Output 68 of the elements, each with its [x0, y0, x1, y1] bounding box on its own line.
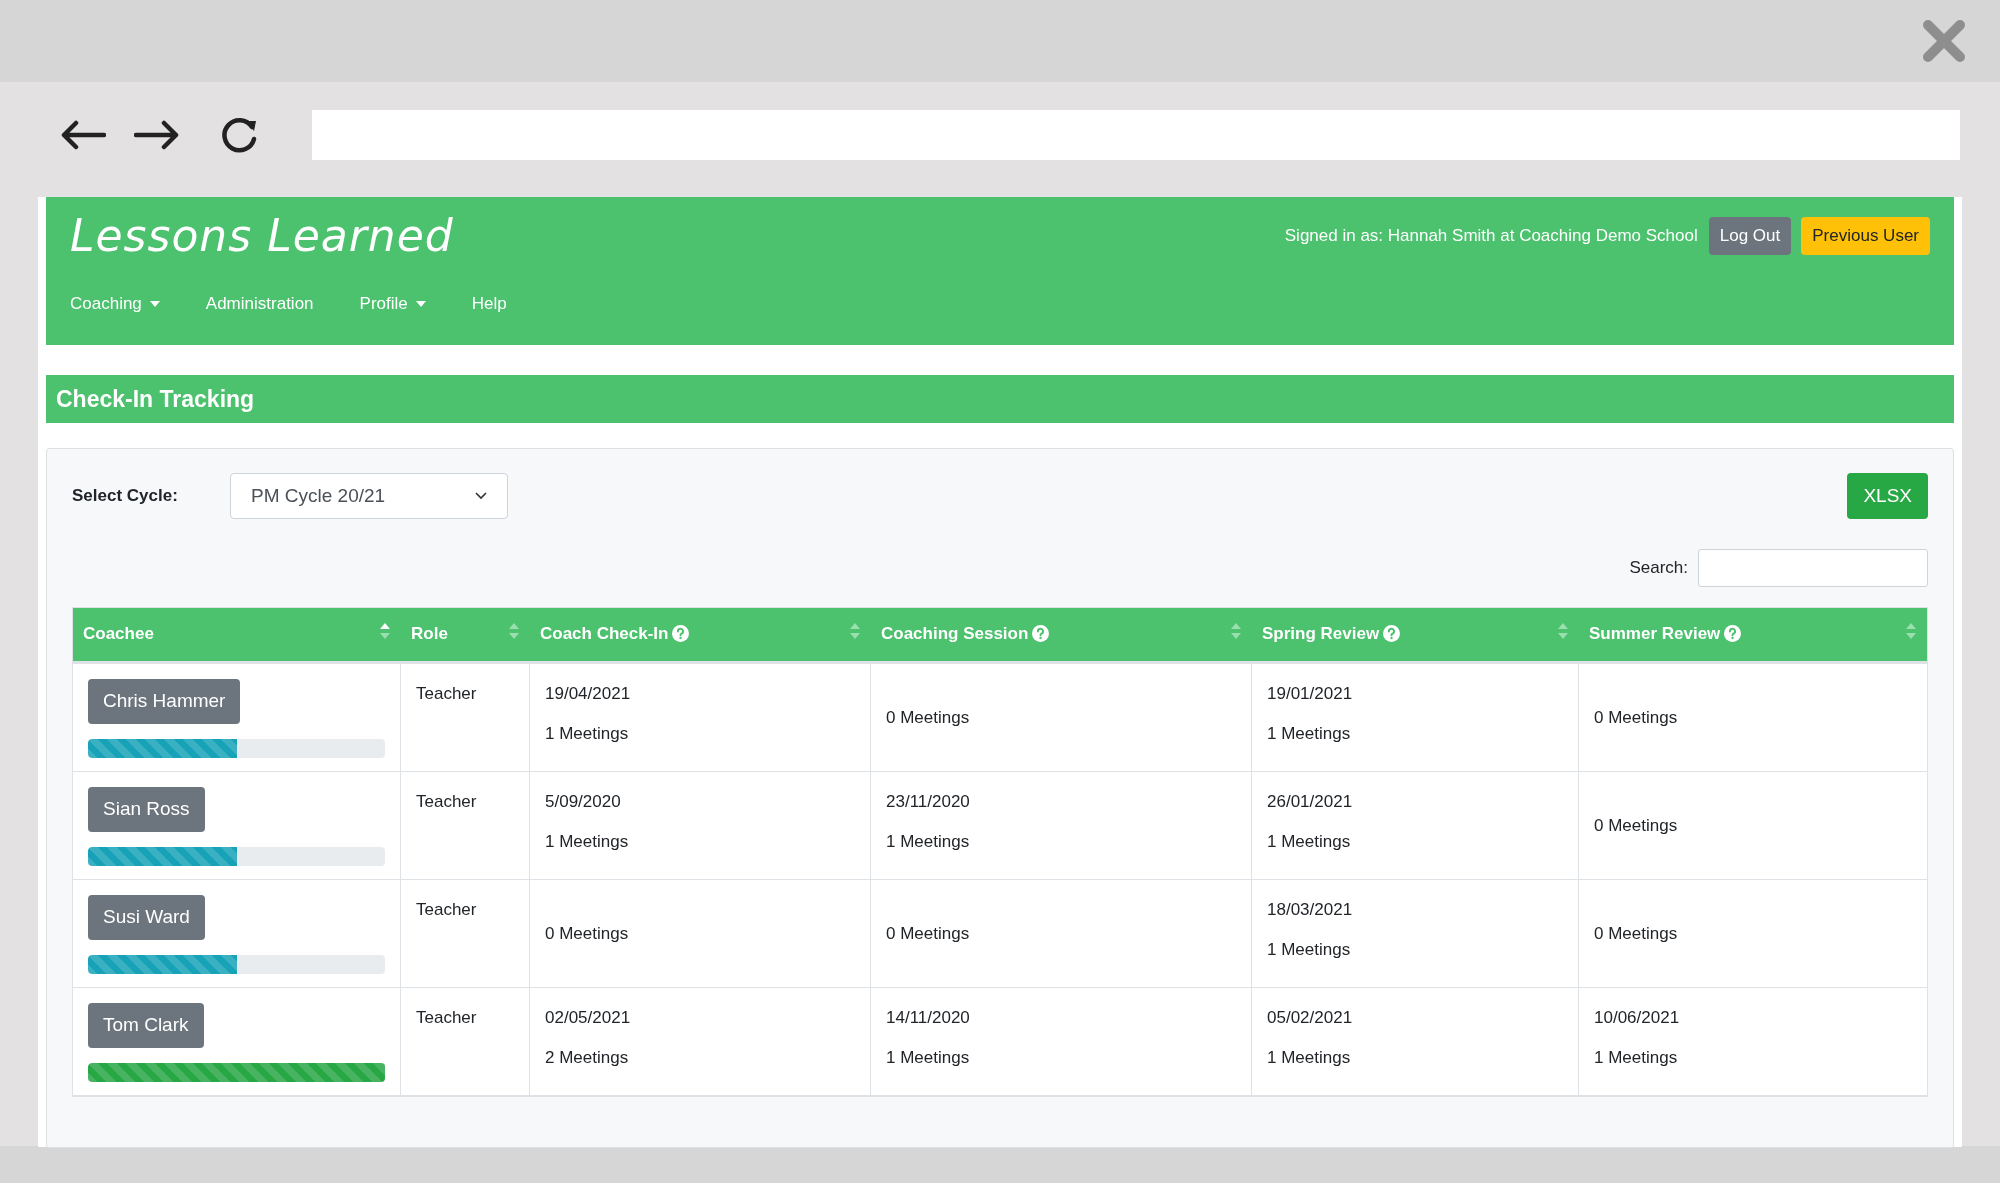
meetings-text: 1 Meetings [1267, 1046, 1352, 1069]
date-text: 26/01/2021 [1267, 791, 1354, 813]
cycle-label: Select Cycle: [72, 485, 179, 508]
role-cell: Teacher [416, 900, 477, 919]
coachee-button[interactable]: Tom Clark [88, 1003, 204, 1048]
role-cell: Teacher [416, 792, 477, 811]
date-text: 19/01/2021 [1267, 683, 1354, 705]
meetings-text: 1 Meetings [545, 722, 630, 745]
meetings-text: 1 Meetings [1594, 1046, 1679, 1069]
nav-link[interactable]: Coaching [70, 291, 160, 317]
meetings-text: 0 Meetings [545, 922, 630, 945]
date-text: 02/05/2021 [545, 1007, 632, 1029]
role-cell: Teacher [416, 684, 477, 703]
coachee-button[interactable]: Susi Ward [88, 895, 205, 940]
date-text: 5/09/2020 [545, 791, 622, 813]
date-text: 05/02/2021 [1267, 1007, 1354, 1029]
meetings-text: 1 Meetings [545, 830, 630, 853]
help-icon[interactable] [1383, 625, 1401, 642]
help-icon[interactable] [672, 625, 690, 642]
chevron-down-icon [475, 492, 487, 500]
column-header[interactable]: Coachee [73, 608, 401, 661]
sort-icon[interactable] [1230, 621, 1242, 640]
date-text: 23/11/2020 [886, 791, 971, 813]
date-text: 19/04/2021 [545, 683, 632, 705]
meetings-text: 2 Meetings [545, 1046, 630, 1069]
forward-arrow-icon[interactable] [134, 120, 180, 150]
sort-icon[interactable] [1557, 621, 1569, 640]
previous-user-button[interactable]: Previous User [1801, 217, 1930, 255]
meetings-text: 1 Meetings [1267, 938, 1352, 961]
column-header[interactable]: Coach Check-In [530, 608, 871, 661]
sort-icon[interactable] [1905, 621, 1917, 640]
meetings-text: 1 Meetings [1267, 722, 1352, 745]
column-header[interactable]: Spring Review [1252, 608, 1579, 661]
meetings-text: 0 Meetings [886, 922, 971, 945]
sort-icon[interactable] [508, 621, 520, 640]
search-label: Search: [1629, 557, 1688, 580]
column-header[interactable]: Summer Review [1579, 608, 1927, 661]
help-icon[interactable] [1724, 625, 1742, 642]
sort-icon[interactable] [379, 621, 391, 640]
meetings-text: 1 Meetings [886, 830, 971, 853]
meetings-text: 0 Meetings [1594, 706, 1679, 729]
meetings-text: 0 Meetings [1594, 922, 1679, 945]
search-field[interactable] [1698, 549, 1928, 587]
help-icon[interactable] [1032, 625, 1050, 642]
nav-link[interactable]: Administration [205, 291, 314, 317]
app-logo[interactable]: Lessons Learned [70, 203, 454, 269]
signed-in-text: Signed in as: Hannah Smith at Coaching Demo School [1284, 225, 1698, 248]
date-text: 18/03/2021 [1267, 899, 1354, 921]
meetings-text: 1 Meetings [886, 1046, 971, 1069]
back-arrow-icon[interactable] [60, 120, 106, 150]
section-title: Check-In Tracking [46, 375, 1954, 423]
role-cell: Teacher [416, 1008, 477, 1027]
coachee-button[interactable]: Chris Hammer [88, 679, 241, 724]
nav-link[interactable]: Help [471, 291, 507, 317]
sort-icon[interactable] [849, 621, 861, 640]
column-header[interactable]: Role [401, 608, 530, 661]
xlsx-button[interactable]: XLSX [1847, 473, 1928, 519]
cycle-select[interactable]: PM Cycle 20/21 [230, 473, 508, 519]
nav-link[interactable]: Profile [359, 291, 426, 317]
date-text: 14/11/2020 [886, 1007, 971, 1029]
column-header[interactable]: Coaching Session [871, 608, 1252, 661]
log-out-button[interactable]: Log Out [1708, 217, 1792, 255]
close-icon[interactable] [1922, 19, 1966, 63]
date-text: 10/06/2021 [1594, 1007, 1681, 1029]
coachee-button[interactable]: Sian Ross [88, 787, 205, 832]
meetings-text: 0 Meetings [1594, 814, 1679, 837]
meetings-text: 0 Meetings [886, 706, 971, 729]
meetings-text: 1 Meetings [1267, 830, 1352, 853]
